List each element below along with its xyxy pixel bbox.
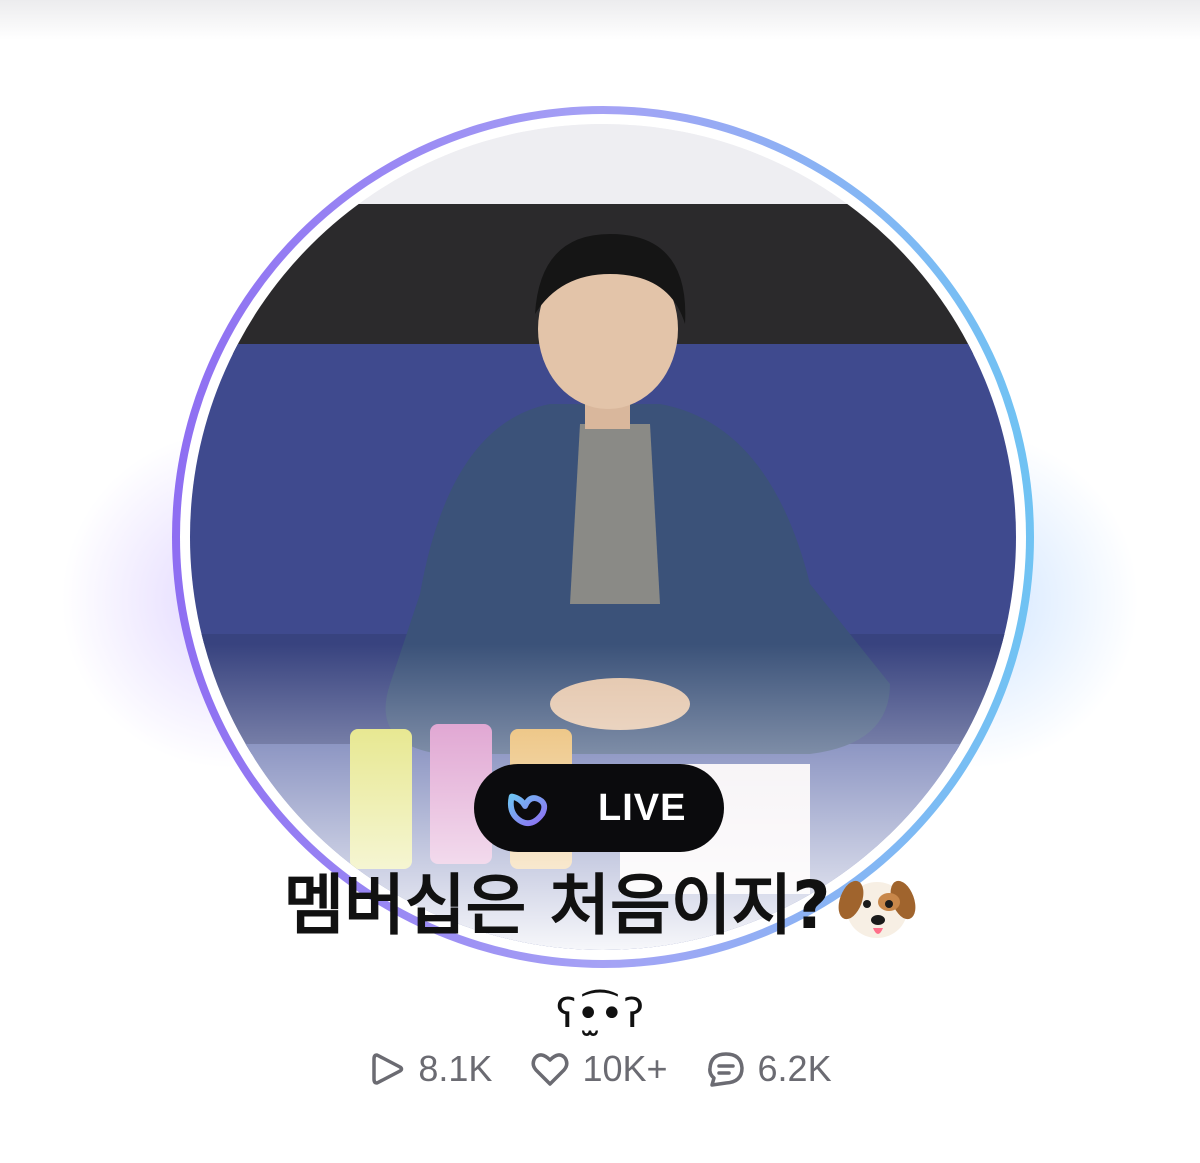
live-badge[interactable]: LIVE: [474, 764, 724, 852]
plays-count: 8.1K: [418, 1048, 493, 1089]
comments-stat: 6.2K: [706, 1048, 832, 1090]
likes-count: 10K+: [582, 1048, 668, 1089]
play-icon: [372, 1053, 404, 1085]
broadcast-subtitle: ʕ•̫͡•ʔ: [555, 991, 644, 1037]
broadcast-title: 멤버십은 처음이지?: [283, 867, 831, 944]
comment-icon: [707, 1052, 744, 1087]
heart-icon: [531, 1053, 569, 1086]
likes-stat: 10K+: [530, 1048, 668, 1090]
plays-stat: 8.1K: [368, 1048, 492, 1090]
dog-face-icon: [838, 880, 915, 938]
stats-row: 8.1K 10K+ 6.2K: [0, 1048, 1200, 1090]
comments-count: 6.2K: [757, 1048, 832, 1089]
top-shade: [0, 0, 1200, 40]
weverse-logo-icon: [507, 793, 548, 826]
live-label: LIVE: [598, 786, 687, 829]
title-row: 멤버십은 처음이지?: [0, 866, 1200, 946]
